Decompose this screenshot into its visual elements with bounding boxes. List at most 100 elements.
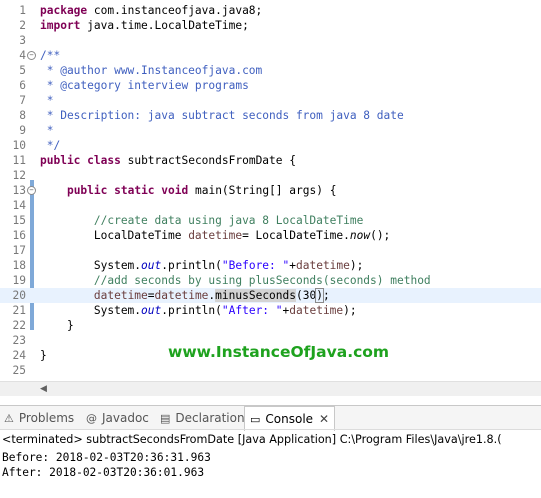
tab-console[interactable]: ▭ Console ✕ — [244, 406, 336, 431]
code-line[interactable]: 6 * @category interview programs — [0, 78, 541, 93]
code-text[interactable]: public static void main(String[] args) { — [40, 183, 336, 198]
code-token: * @category interview programs — [40, 79, 249, 92]
tab-javadoc[interactable]: @ Javadoc — [86, 409, 149, 428]
fold-toggle-icon[interactable]: − — [27, 51, 36, 60]
close-icon[interactable]: ✕ — [319, 412, 329, 426]
code-line[interactable]: 19 //add seconds by using plusSeconds(se… — [0, 273, 541, 288]
code-token: static — [114, 184, 155, 197]
code-line[interactable]: 20 datetime=datetime.minusSeconds(30); — [0, 288, 541, 303]
code-text[interactable]: } — [40, 318, 74, 333]
code-text[interactable]: package com.instanceofjava.java8; — [40, 3, 262, 18]
code-token: * Description: java subtract seconds fro… — [40, 109, 404, 122]
tab-declaration[interactable]: ▤ Declaration — [160, 409, 245, 428]
code-text[interactable]: //create data using java 8 LocalDateTime — [40, 213, 363, 228]
code-line[interactable]: 10 */ — [0, 138, 541, 153]
code-token: public — [66, 184, 108, 197]
code-line[interactable]: 4−/** — [0, 48, 541, 63]
code-line[interactable]: 12 — [0, 168, 541, 183]
code-token: out — [141, 259, 162, 272]
line-number: 23 — [12, 334, 26, 347]
code-token: ) — [315, 288, 324, 303]
code-token: */ — [40, 139, 61, 152]
code-line[interactable]: 16 LocalDateTime datetime= LocalDateTime… — [0, 228, 541, 243]
code-line[interactable]: 15 //create data using java 8 LocalDateT… — [0, 213, 541, 228]
code-token: (30 — [296, 289, 317, 302]
code-line[interactable]: 3 — [0, 33, 541, 48]
code-text[interactable]: */ — [40, 138, 60, 153]
code-text[interactable]: import java.time.LocalDateTime; — [40, 18, 249, 33]
code-line[interactable]: 17 — [0, 243, 541, 258]
scroll-left-icon[interactable]: ◀ — [40, 384, 47, 394]
line-number: 13 — [12, 184, 26, 197]
code-text[interactable]: } — [40, 348, 47, 363]
code-token: (); — [370, 229, 391, 242]
code-token: ); — [343, 304, 357, 317]
site-watermark: www.InstanceOfJava.com — [168, 343, 390, 361]
code-text[interactable]: LocalDateTime datetime= LocalDateTime.no… — [40, 228, 390, 243]
code-token: java.time.LocalDateTime; — [80, 19, 249, 32]
code-line[interactable]: 25 — [0, 363, 541, 378]
line-number: 6 — [19, 79, 26, 92]
code-token: .println( — [161, 304, 222, 317]
line-number: 18 — [12, 259, 26, 272]
code-token: System. — [40, 259, 142, 272]
line-number: 2 — [19, 19, 26, 32]
view-tabs: ⚠ Problems @ Javadoc ▤ Declaration ▭ Console ✕ — [0, 405, 541, 431]
fold-toggle-icon[interactable]: − — [27, 186, 36, 195]
code-line[interactable]: 5 * @author www.Instanceofjava.com — [0, 63, 541, 78]
code-token: * @author www.Instanceofjava.com — [40, 64, 263, 77]
code-line[interactable]: 2 import java.time.LocalDateTime; — [0, 18, 541, 33]
code-text[interactable]: * @category interview programs — [40, 78, 249, 93]
code-text[interactable]: datetime=datetime.minusSeconds(30); — [40, 288, 330, 303]
console-status: <terminated> subtractSecondsFromDate [Ja… — [2, 433, 502, 446]
tab-label: Console — [265, 412, 314, 426]
horizontal-scrollbar[interactable]: ◀ — [0, 381, 541, 396]
code-line[interactable]: 11 public class subtractSecondsFromDate { — [0, 153, 541, 168]
line-number: 5 — [19, 64, 26, 77]
code-token: datetime — [188, 229, 243, 242]
tab-label: Javadoc — [102, 411, 149, 425]
code-text[interactable]: * — [40, 123, 54, 138]
code-line[interactable]: 14 — [0, 198, 541, 213]
code-token: com.instanceofjava.java8; — [87, 4, 263, 17]
javadoc-icon: @ — [86, 412, 97, 425]
code-editor[interactable]: 1 package com.instanceofjava.java8; 2 impor… — [0, 0, 541, 381]
code-line[interactable]: 21 System.out.println("After: "+datetime… — [0, 303, 541, 318]
code-token: now — [349, 229, 371, 242]
code-token: datetime — [296, 259, 350, 272]
code-token: datetime — [93, 289, 148, 302]
code-token: .println( — [161, 259, 222, 272]
line-number: 1 — [19, 4, 26, 17]
code-line[interactable]: 8 * Description: java subtract seconds f… — [0, 108, 541, 123]
code-text[interactable]: System.out.println("After: "+datetime); — [40, 303, 357, 318]
code-token: ; — [322, 289, 330, 302]
line-number: 24 — [12, 349, 26, 362]
code-text[interactable]: * — [40, 93, 54, 108]
code-line[interactable]: 18 System.out.println("Before: "+datetim… — [0, 258, 541, 273]
code-text[interactable]: /** — [40, 48, 60, 63]
code-line[interactable]: 13− public static void main(String[] arg… — [0, 183, 541, 198]
code-text[interactable]: System.out.println("Before: "+datetime); — [40, 258, 364, 273]
code-line[interactable]: 7 * — [0, 93, 541, 108]
tab-problems[interactable]: ⚠ Problems — [4, 409, 74, 428]
code-token: ); — [349, 259, 364, 272]
code-text[interactable]: * Description: java subtract seconds fro… — [40, 108, 404, 123]
code-text[interactable]: //add seconds by using plusSeconds(secon… — [40, 273, 431, 288]
line-number: 16 — [12, 229, 26, 242]
line-number: 3 — [19, 34, 26, 47]
console-output-line-2: After: 2018-02-03T20:36:01.963 — [2, 466, 205, 479]
code-token: minusSeconds — [215, 289, 296, 302]
code-line[interactable]: 22 } — [0, 318, 541, 333]
code-line[interactable]: 1 package com.instanceofjava.java8; — [0, 3, 541, 18]
console-separator — [0, 429, 541, 430]
declaration-icon: ▤ — [160, 412, 171, 425]
code-token: out — [141, 304, 162, 317]
line-number: 15 — [12, 214, 26, 227]
code-line[interactable]: 9 * — [0, 123, 541, 138]
code-text[interactable]: * @author www.Instanceofjava.com — [40, 63, 263, 78]
code-text[interactable]: public class subtractSecondsFromDate { — [40, 153, 296, 168]
line-number: 22 — [12, 319, 26, 332]
